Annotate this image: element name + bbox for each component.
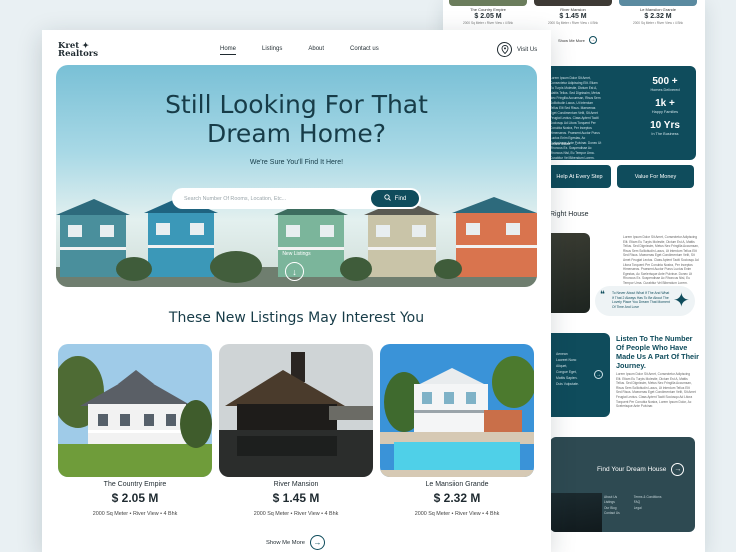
footer-links: About Us Listings Our Blog Contact Us Te… [604,495,661,517]
listing-meta: 2000 Sq Meter • River View • 4 Bhk [253,511,339,517]
nav-home[interactable]: Home [220,46,237,55]
hero-title-line: Still Looking For That [165,90,428,119]
location-pin-icon [497,42,512,57]
show-more-button[interactable]: Show Me More → [266,535,325,550]
listing-name: The Country Empire [103,481,167,488]
footer-panel: Find Your Dream House → About Us Listing… [550,437,695,532]
listing-image [380,344,534,477]
footer-image [550,493,602,532]
listing-card[interactable]: The Country Empire $ 2.05 M 2000 Sq Mete… [58,344,212,517]
right-house-heading: Right House [550,211,589,218]
show-more-link[interactable]: Show Me More → [558,36,597,44]
find-label: Find [394,195,407,202]
stats-learn-more[interactable]: Learn More → [550,141,577,146]
stats-learn-more-label: Learn More [550,141,571,146]
listing-price: $ 1.45 M [272,491,320,505]
logo-subtext: Realtors [58,49,99,59]
listing-meta: 2000 Sq Meter • River View • 4 Bhk [632,21,683,25]
arrow-down-icon[interactable]: ↓ [285,262,304,281]
new-listings-label: New Listings [282,251,311,257]
arrow-right-icon[interactable]: → [594,370,603,379]
stats-description: Lorem Ipsum Dolor Sit Amet, Consectetur … [550,76,602,160]
listing-price: $ 1.45 M [559,13,587,20]
nav-about[interactable]: About [308,46,324,52]
main-page: Kret ✦ Realtors Home Listings About Conta… [42,30,551,552]
visit-us-button[interactable]: Visit Us [497,42,537,57]
listing-meta: 2000 Sq Meter • River View • 4 Bhk [462,21,513,25]
find-button[interactable]: Find [371,190,419,207]
listing-price: $ 2.32 M [433,491,481,505]
listing-name: Le Mansiion Grande [639,7,677,12]
listing-card[interactable]: River Mansion $ 1.45 M 2000 Sq Meter • R… [533,7,613,25]
search-input[interactable] [184,192,364,205]
arrow-right-icon: → [573,141,578,146]
logo[interactable]: Kret ✦ Realtors [58,41,98,58]
hero-title: Still Looking For That Dream Home? [56,90,537,148]
find-dream-house-label: Find Your Dream House [597,466,667,473]
stat-label: Happy Families [651,110,679,114]
stat-homes: 500 + Homes Delivered [638,76,692,92]
footer-links-column: Terms & Conditions FAQ Legal [634,495,662,517]
hero-title-line: Dream Home? [206,119,387,148]
footer-links-column: About Us Listings Our Blog Contact Us [604,495,620,517]
listing-meta: 2000 Sq Meter • River View • 4 Bhk [414,511,500,517]
listing-meta: 2000 Sq Meter • River View • 4 Bhk [547,21,598,25]
listing-card[interactable]: River Mansion $ 1.45 M 2000 Sq Meter • R… [219,344,373,517]
stat-label: In The Business [651,132,679,136]
nav-links: Home Listings About Contact us [220,46,379,55]
testimonials-heading: Listen To The Number Of People Who Have … [616,334,699,370]
listing-image [449,0,527,6]
search-icon [384,194,391,203]
listing-price: $ 2.05 M [111,491,159,505]
hero-subtitle: We're Sure You'll Find It Here! [249,159,344,166]
find-dream-house-link[interactable]: Find Your Dream House → [597,463,685,476]
footer-link[interactable]: Contact Us [604,511,620,516]
listing-card[interactable]: Le Mansiion Grande $ 2.32 M 2000 Sq Mete… [380,344,534,517]
listing-image [534,0,612,6]
arrow-right-icon: → [588,36,597,44]
quote-text: To Never About What If The And What If T… [612,291,670,309]
listing-image [619,0,697,6]
quote-icon: ❝ [600,289,605,299]
help-at-every-step-button[interactable]: Help At Every Step [548,165,611,188]
listing-meta: 2000 Sq Meter • River View • 4 Bhk [92,511,178,517]
listing-name: Le Mansiion Grande [425,481,489,488]
stat-label: Homes Delivered [650,88,680,92]
right-house-text: Lorem Ipsum Dolor Sit Amet, Consectetur … [623,235,699,285]
testimonial-panel: Aenean Laoreet Nunc Aliquet, Congue Eget… [550,333,610,417]
search-bar: Find [172,188,421,209]
listing-image [219,344,373,477]
quote-bubble: ❝ To Never About What If The And What If… [595,286,695,316]
testimonials-text: Lorem Ipsum Dolor Sit Amet, Consectetur … [616,372,696,409]
listing-name: River Mansion [560,7,586,12]
stat-value: 500 + [652,76,678,87]
stat-value: 1k + [655,98,675,109]
listing-price: $ 2.05 M [474,13,502,20]
listing-name: The Country Empire [470,7,506,12]
footer-link[interactable]: Legal [634,506,662,511]
listing-name: River Mansion [273,481,319,488]
stat-years: 10 Yrs In The Business [638,120,692,136]
visit-us-label: Visit Us [517,46,538,53]
stat-value: 10 Yrs [650,120,680,131]
show-more-label: Show Me More [266,539,305,546]
interior-image [550,233,590,313]
listing-card[interactable]: Le Mansiion Grande $ 2.32 M 2000 Sq Mete… [618,7,698,25]
hero-banner: Still Looking For That Dream Home? We're… [56,65,537,287]
sparkle-icon: ✦ [673,290,690,312]
listing-price: $ 2.32 M [644,13,672,20]
show-more-label: Show Me More [558,37,585,43]
top-nav: Kret ✦ Realtors Home Listings About Conta… [42,30,551,64]
arrow-right-icon: → [309,535,325,550]
stat-families: 1k + Happy Families [638,98,692,114]
listing-card[interactable]: The Country Empire $ 2.05 M 2000 Sq Mete… [448,7,528,25]
listings-heading: These New Listings May Interest You [168,310,425,326]
value-for-money-button[interactable]: Value For Money [617,165,694,188]
arrow-right-icon: → [671,463,685,476]
nav-listings[interactable]: Listings [262,46,282,52]
nav-contact[interactable]: Contact us [350,46,379,52]
testimonial-text: Aenean Laoreet Nunc Aliquet, Congue Eget… [556,352,579,386]
listing-image [58,344,212,477]
